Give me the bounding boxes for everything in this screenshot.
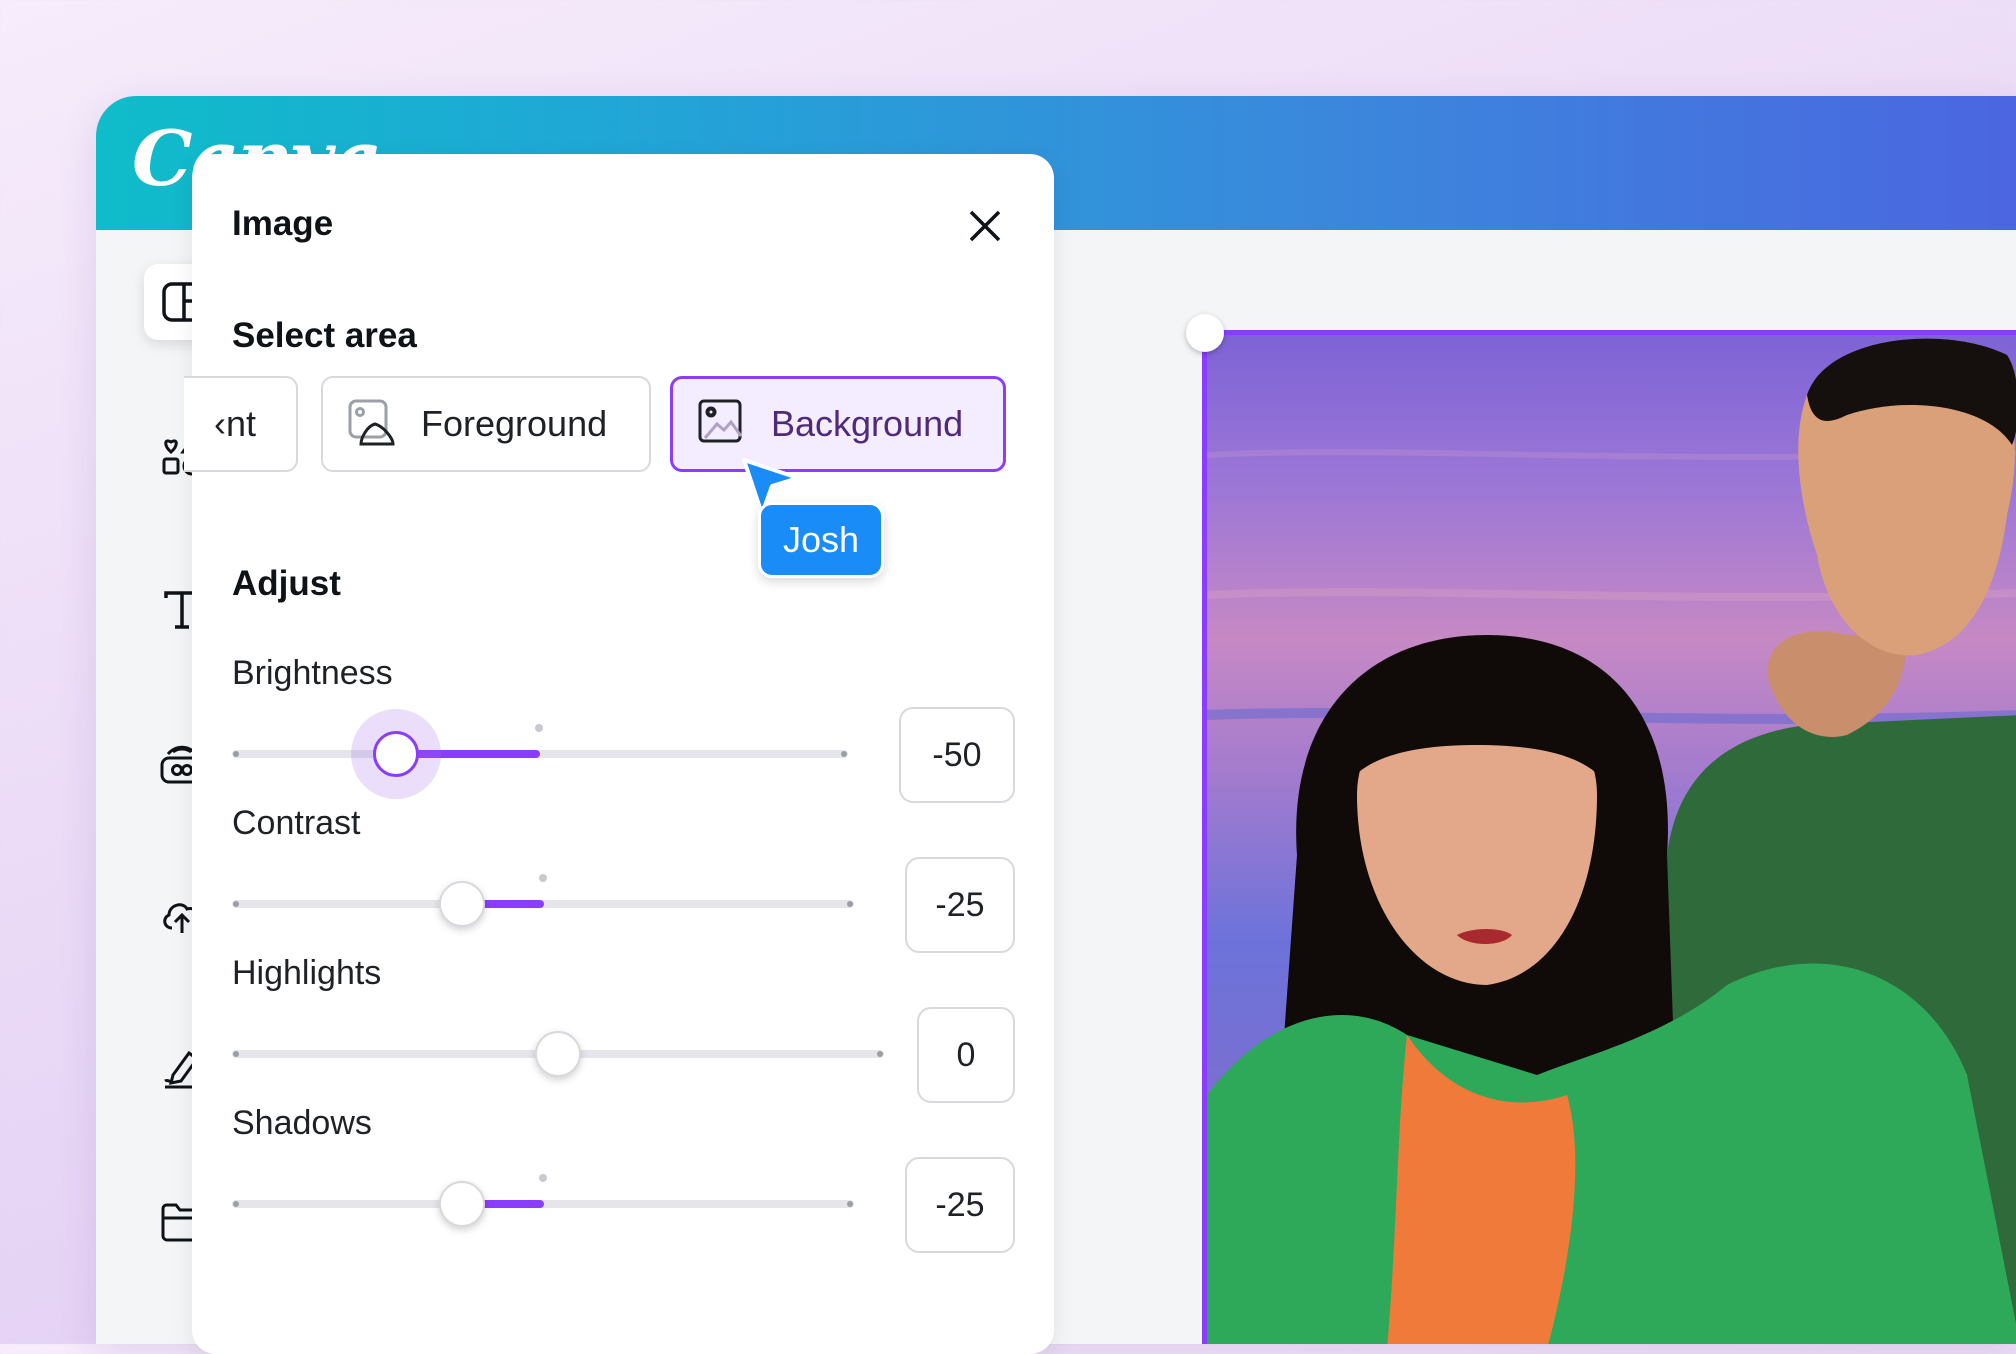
- image-edit-panel: Image Select area ‹ nt Foreground Backgro…: [184, 154, 1054, 1354]
- canvas-image[interactable]: [1202, 330, 2016, 1344]
- highlights-value-input[interactable]: 0: [917, 1007, 1015, 1103]
- photo-illustration: [1207, 335, 2016, 1344]
- shadows-value-input[interactable]: -25: [905, 1157, 1015, 1253]
- prev-chip-label: nt: [226, 403, 257, 444]
- select-area-title: Select area: [232, 316, 417, 355]
- close-icon[interactable]: [963, 204, 1007, 248]
- brightness-slider-handle[interactable]: [373, 731, 419, 777]
- brightness-value-input[interactable]: -50: [899, 707, 1015, 803]
- panel-title: Image: [232, 204, 334, 243]
- highlights-label: Highlights: [232, 954, 382, 992]
- brightness-default-tick: [535, 724, 543, 732]
- select-area-prev-chip[interactable]: ‹ nt: [184, 376, 298, 472]
- contrast-value-input[interactable]: -25: [905, 857, 1015, 953]
- foreground-label: Foreground: [421, 403, 608, 444]
- contrast-label: Contrast: [232, 804, 361, 842]
- image-foreground-icon: [348, 399, 395, 446]
- foreground-chip[interactable]: Foreground: [321, 376, 651, 472]
- contrast-default-tick: [539, 874, 547, 882]
- brightness-label: Brightness: [232, 654, 393, 692]
- image-background-icon: [698, 399, 743, 443]
- background-chip[interactable]: Background: [670, 376, 1006, 472]
- brightness-track[interactable]: [232, 750, 848, 758]
- shadows-default-tick: [539, 1174, 547, 1182]
- shadows-slider-handle[interactable]: [439, 1181, 485, 1227]
- chevron-left-icon: ‹: [214, 403, 226, 444]
- collaborator-name-tag: Josh: [758, 502, 885, 578]
- contrast-slider-handle[interactable]: [439, 881, 485, 927]
- adjust-title: Adjust: [232, 564, 341, 603]
- highlights-slider-handle[interactable]: [535, 1031, 581, 1077]
- canvas-resize-handle[interactable]: [1186, 314, 1224, 352]
- background-label: Background: [771, 403, 964, 444]
- shadows-label: Shadows: [232, 1104, 372, 1142]
